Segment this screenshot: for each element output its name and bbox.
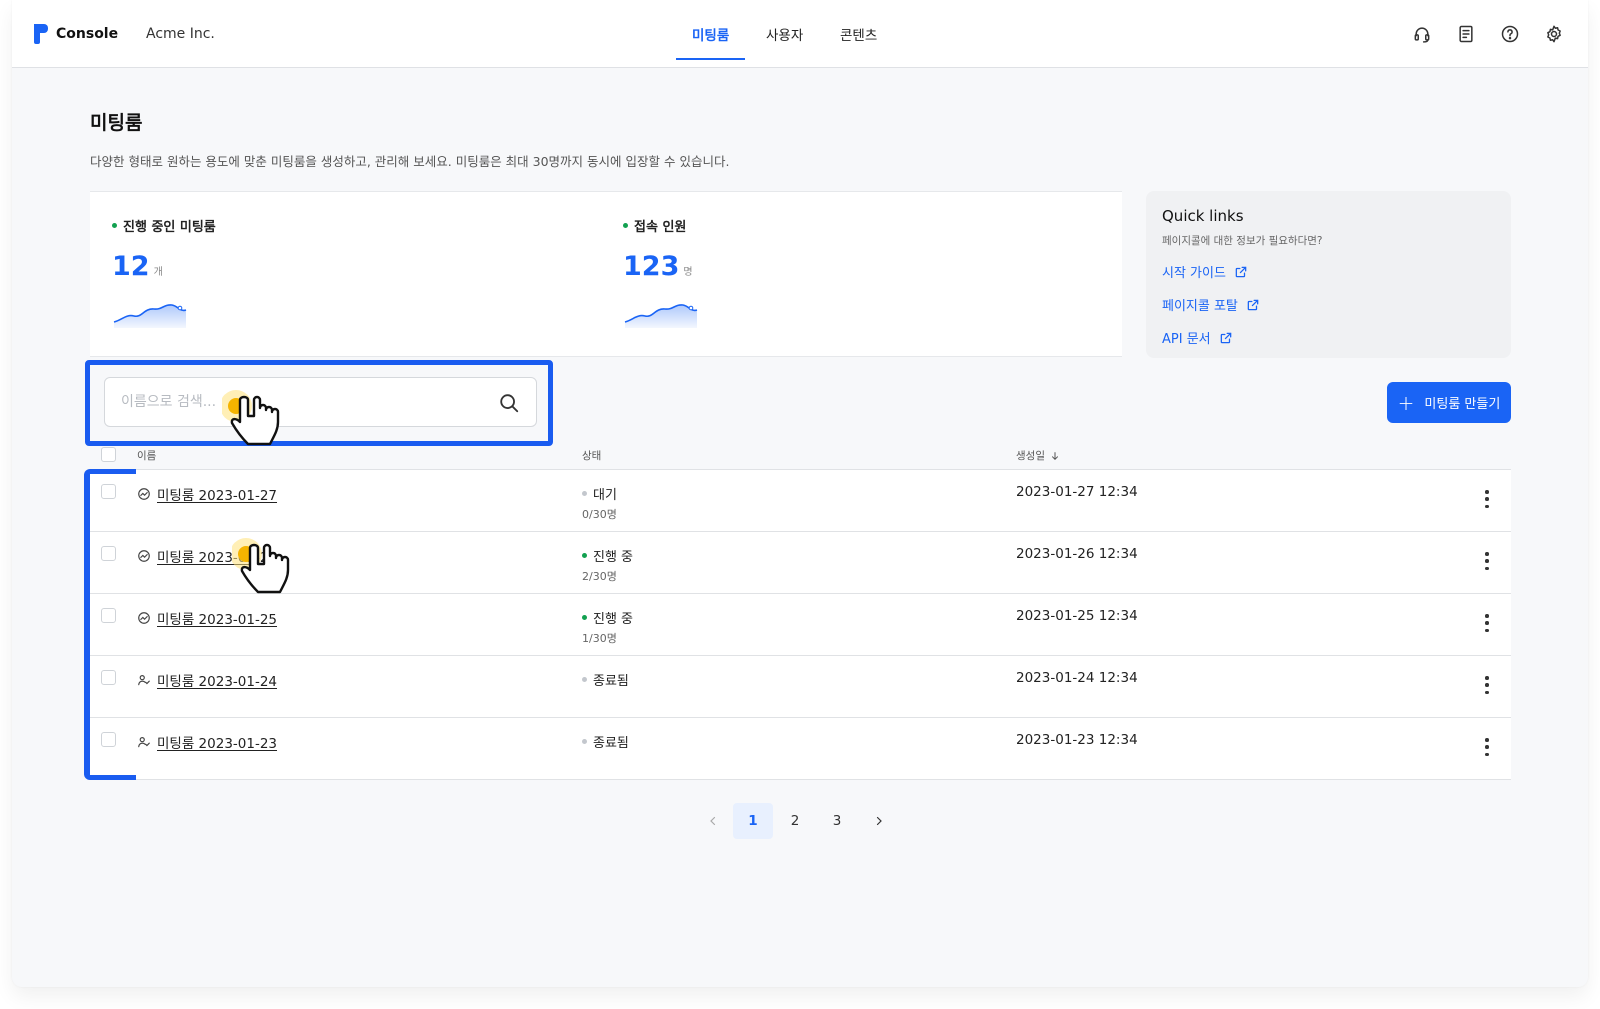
chevron-right-icon (876, 816, 882, 826)
page-button[interactable]: 2 (775, 803, 815, 839)
room-type-icon (138, 488, 150, 500)
stats-card: 진행 중인 미팅룸 12 개 접속 인원 123 명 (90, 191, 1122, 357)
status-dot (582, 491, 587, 496)
table-row[interactable]: 미팅룸 2023-01-27 대기 0/30명 2023-01-27 12:34 (90, 470, 1511, 532)
sort-descending-icon (1051, 451, 1058, 460)
app-window: Console Acme Inc. 미팅룸 사용자 콘텐츠 미팅룸 다양한 형태… (12, 0, 1588, 987)
external-link-icon (1220, 332, 1231, 343)
room-name-link[interactable]: 미팅룸 2023-01-27 (157, 484, 277, 504)
user-check-icon (138, 737, 150, 748)
top-icon-group (1410, 22, 1566, 46)
status-dot (582, 553, 587, 558)
tab-contents[interactable]: 콘텐츠 (840, 24, 877, 58)
link-api-docs[interactable]: API 문서 (1162, 328, 1495, 347)
stat-label: 진행 중인 미팅룸 (123, 220, 216, 235)
more-options-icon[interactable] (1485, 614, 1489, 632)
stat-active-rooms: 진행 중인 미팅룸 12 개 (112, 216, 216, 332)
chevron-left-icon (710, 816, 716, 826)
column-header-name[interactable]: 이름 (137, 448, 156, 463)
room-status: 종료됨 (593, 736, 629, 751)
created-date: 2023-01-23 12:34 (1016, 732, 1138, 748)
headset-icon[interactable] (1410, 22, 1434, 46)
stat-unit: 개 (153, 267, 163, 278)
top-navigation-bar: Console Acme Inc. 미팅룸 사용자 콘텐츠 (12, 0, 1588, 68)
next-page-button[interactable] (859, 803, 899, 839)
select-all-checkbox[interactable] (101, 447, 116, 462)
search-icon[interactable] (498, 392, 520, 414)
stat-value: 12 (112, 251, 150, 282)
more-options-icon[interactable] (1485, 676, 1489, 694)
table-row[interactable]: 미팅룸 2023-01-23 종료됨 2023-01-23 12:34 (90, 718, 1511, 780)
tap-pointer-icon (222, 390, 280, 446)
room-status: 진행 중 (593, 612, 634, 627)
status-dot (623, 223, 628, 228)
created-date: 2023-01-26 12:34 (1016, 546, 1138, 562)
status-dot (582, 615, 587, 620)
stat-value: 123 (623, 251, 680, 282)
main-nav: 미팅룸 사용자 콘텐츠 (12, 0, 1588, 68)
participant-count: 0/30명 (582, 508, 617, 521)
external-link-icon (1247, 299, 1259, 310)
quick-links-title: Quick links (1162, 207, 1244, 225)
column-header-created[interactable]: 생성일 (1016, 448, 1060, 463)
help-icon[interactable] (1498, 22, 1522, 46)
previous-page-button[interactable] (693, 803, 733, 839)
page-title: 미팅룸 (90, 112, 143, 134)
document-icon[interactable] (1454, 22, 1478, 46)
tab-users[interactable]: 사용자 (766, 24, 803, 58)
participant-count: 1/30명 (582, 632, 617, 645)
room-status: 대기 (593, 488, 617, 503)
more-options-icon[interactable] (1485, 552, 1489, 570)
participant-count: 2/30명 (582, 570, 617, 583)
page-button[interactable]: 3 (817, 803, 857, 839)
stat-label: 접속 인원 (634, 220, 687, 235)
more-options-icon[interactable] (1485, 490, 1489, 508)
sparkline-chart (624, 304, 698, 328)
room-type-icon (138, 550, 150, 562)
stat-unit: 명 (683, 267, 693, 278)
room-status: 종료됨 (593, 674, 629, 689)
search-input[interactable] (107, 380, 477, 424)
tap-pointer-icon (232, 538, 290, 594)
table-row[interactable]: 미팅룸 2023-01-26 진행 중 2/30명 2023-01-26 12:… (90, 532, 1511, 594)
external-link-icon (1235, 266, 1247, 277)
table-header: 이름 상태 생성일 (90, 442, 1511, 470)
room-name-link[interactable]: 미팅룸 2023-01-25 (157, 608, 277, 628)
plus-icon: + (1397, 390, 1415, 415)
meeting-room-table: 이름 상태 생성일 미팅룸 2023-01-27 대기 0/30명 2023-0… (90, 442, 1511, 780)
room-name-link[interactable]: 미팅룸 2023-01-24 (157, 670, 277, 690)
created-date: 2023-01-24 12:34 (1016, 670, 1138, 686)
stat-connected-users: 접속 인원 123 명 (623, 216, 703, 332)
list-highlight-bracket (84, 469, 136, 780)
status-dot (112, 223, 117, 228)
created-date: 2023-01-25 12:34 (1016, 608, 1138, 624)
room-name-link[interactable]: 미팅룸 2023-01-23 (157, 732, 277, 752)
more-options-icon[interactable] (1485, 738, 1489, 756)
page-button[interactable]: 1 (733, 803, 773, 839)
quick-links-card: Quick links 페이지콜에 대한 정보가 필요하다면? 시작 가이드 페… (1146, 191, 1511, 358)
search-box (104, 377, 537, 427)
table-row[interactable]: 미팅룸 2023-01-24 종료됨 2023-01-24 12:34 (90, 656, 1511, 718)
settings-icon[interactable] (1542, 22, 1566, 46)
sparkline-chart (113, 304, 187, 328)
created-date: 2023-01-27 12:34 (1016, 484, 1138, 500)
link-pagecall-portal[interactable]: 페이지콜 포탈 (1162, 295, 1495, 314)
user-check-icon (138, 675, 150, 686)
quick-links-subtitle: 페이지콜에 대한 정보가 필요하다면? (1162, 235, 1323, 247)
page-description: 다양한 형태로 원하는 용도에 맞춘 미팅룸을 생성하고, 관리해 보세요. 미… (90, 154, 730, 169)
table-row[interactable]: 미팅룸 2023-01-25 진행 중 1/30명 2023-01-25 12:… (90, 594, 1511, 656)
column-header-status[interactable]: 상태 (582, 448, 601, 463)
create-meeting-room-button[interactable]: + 미팅룸 만들기 (1387, 382, 1511, 423)
pagination: 1 2 3 (693, 803, 899, 839)
room-status: 진행 중 (593, 550, 634, 565)
status-dot (582, 677, 587, 682)
room-type-icon (138, 612, 150, 624)
status-dot (582, 739, 587, 744)
tab-meeting-rooms[interactable]: 미팅룸 (676, 24, 746, 60)
link-getting-started[interactable]: 시작 가이드 (1162, 262, 1495, 281)
